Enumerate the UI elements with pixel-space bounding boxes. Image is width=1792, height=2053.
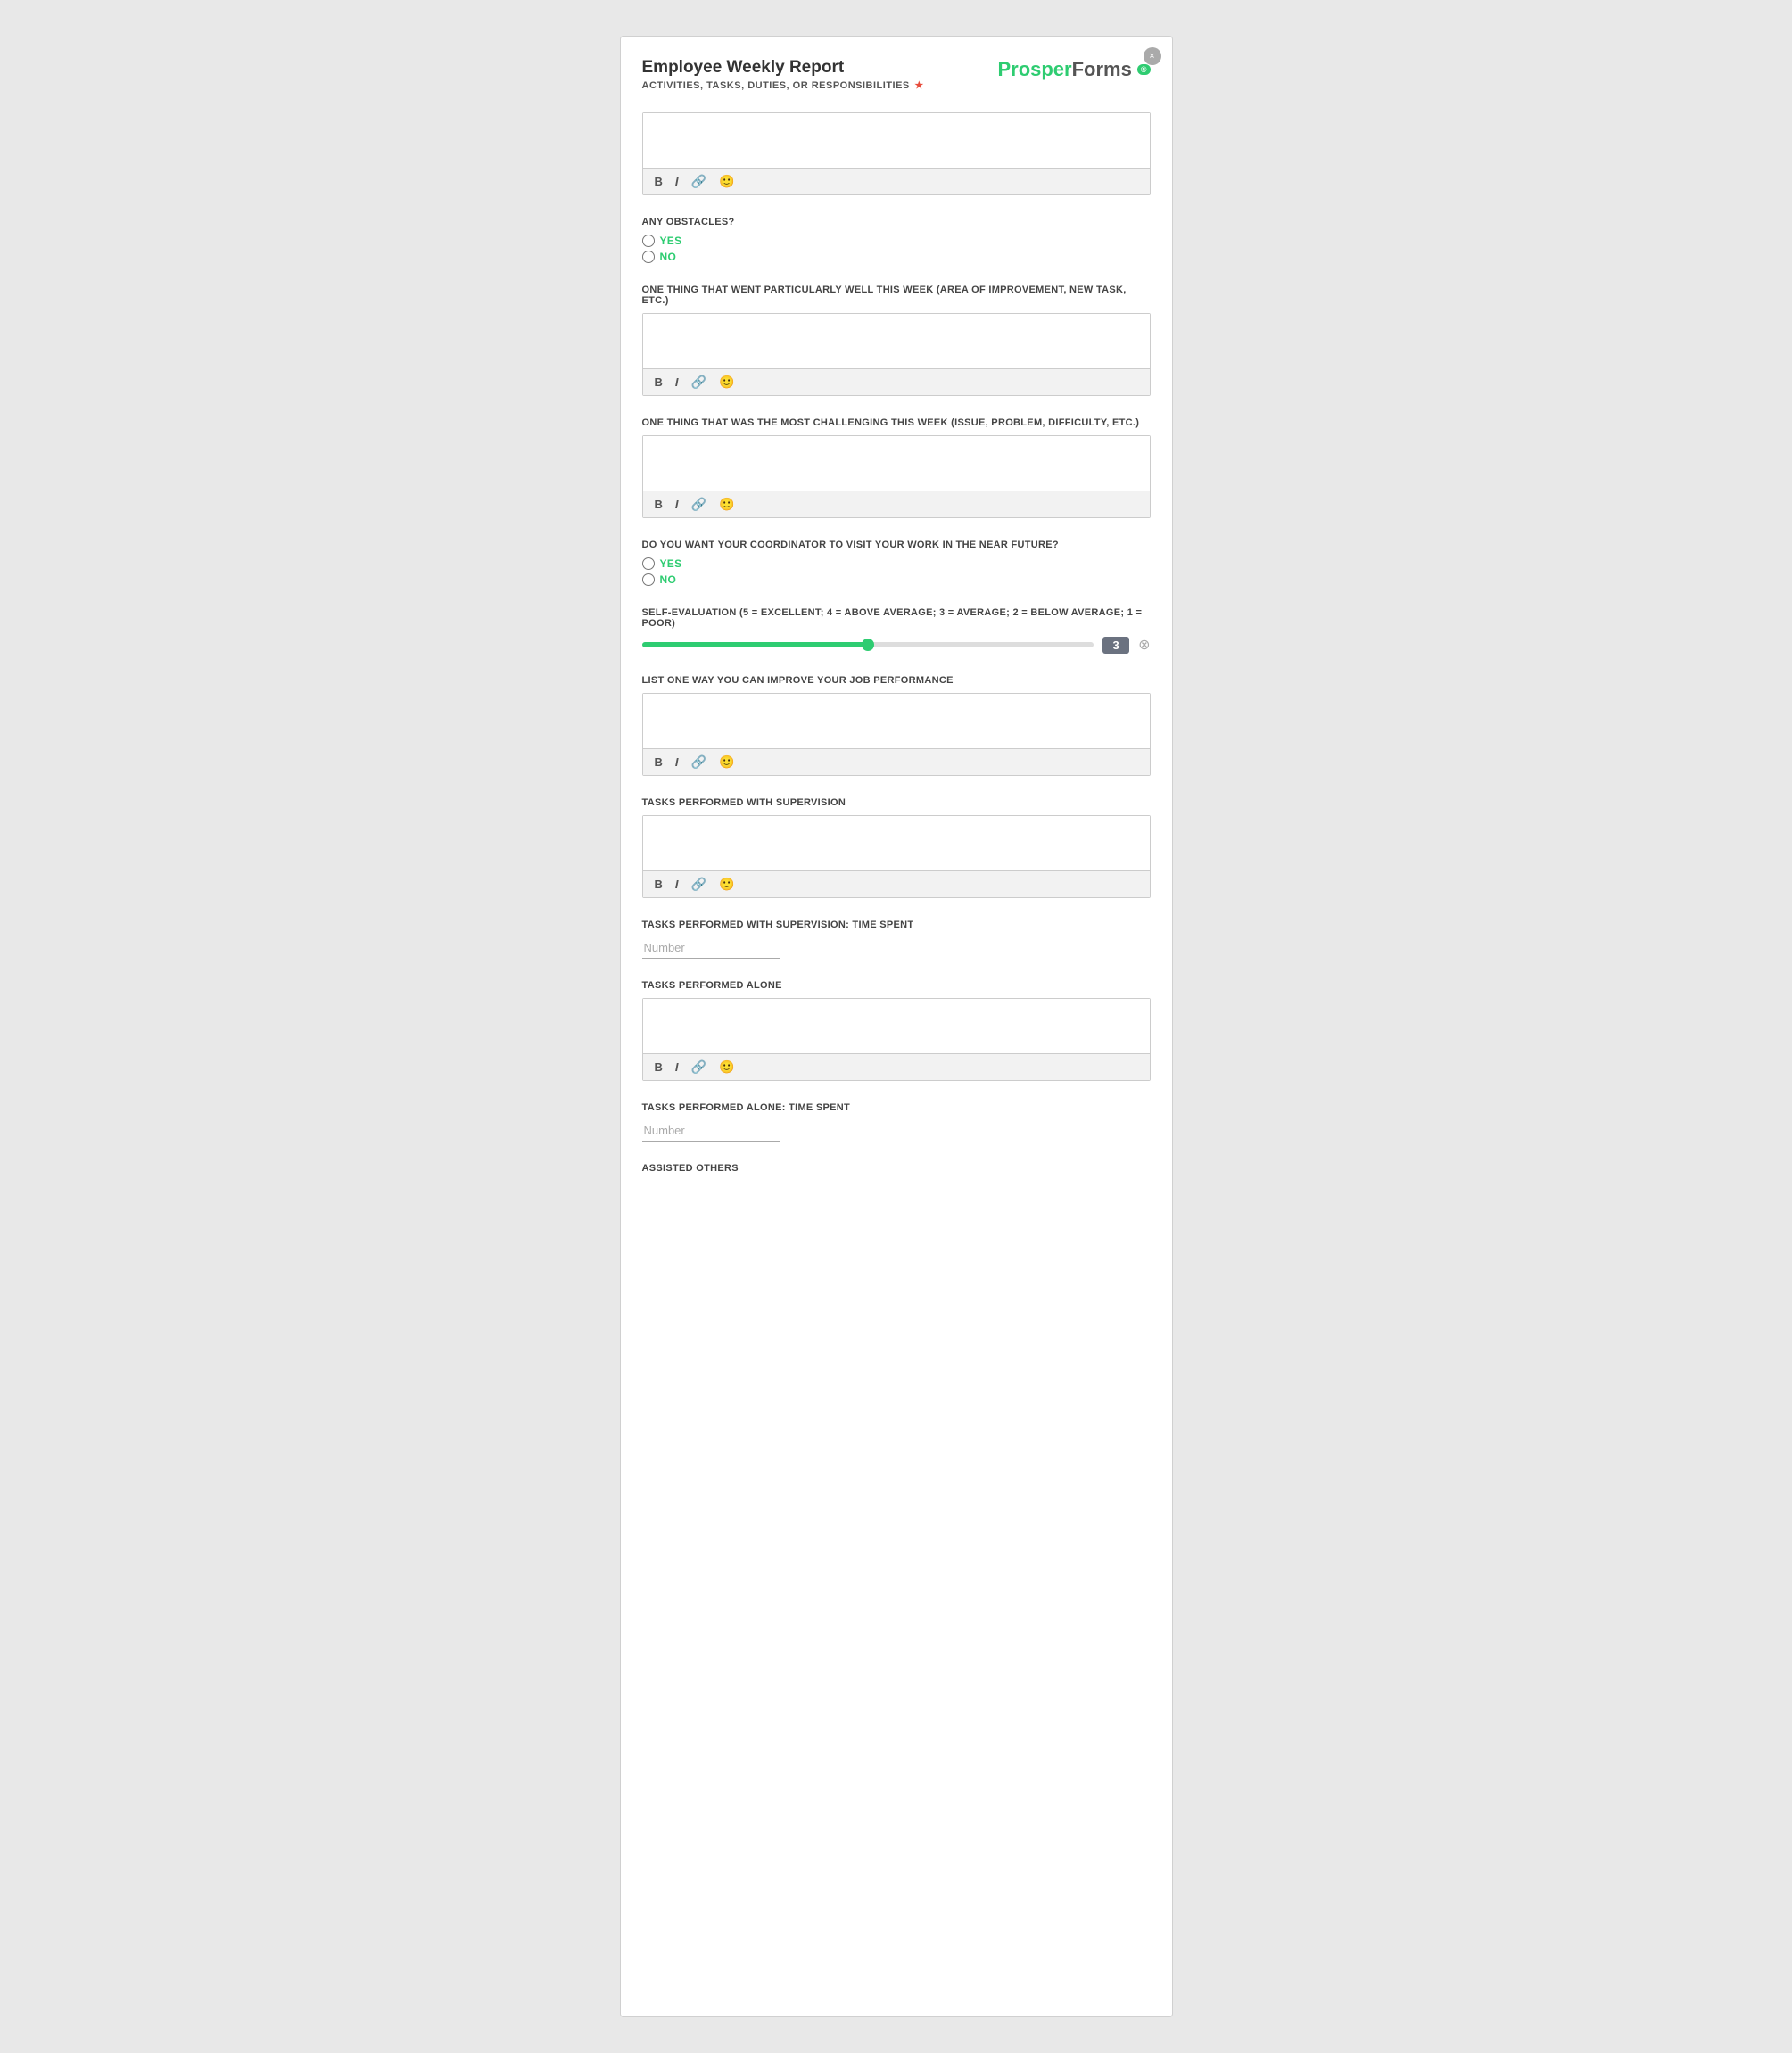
- improve-field-group: LIST ONE WAY YOU CAN IMPROVE YOUR JOB PE…: [642, 675, 1151, 776]
- tasks-alone-editor: B I 🔗 🙂: [642, 998, 1151, 1081]
- tasks-alone-time-label: TASKS PERFORMED ALONE: TIME SPENT: [642, 1102, 1151, 1113]
- activities-emoji-button[interactable]: 🙂: [716, 173, 737, 190]
- tasks-supervised-time-label: TASKS PERFORMED WITH SUPERVISION: TIME S…: [642, 919, 1151, 930]
- improve-italic-button[interactable]: I: [673, 754, 681, 770]
- went-well-emoji-button[interactable]: 🙂: [716, 374, 737, 391]
- coordinator-no-radio[interactable]: [642, 573, 655, 586]
- tasks-supervised-field-group: TASKS PERFORMED WITH SUPERVISION B I 🔗 🙂: [642, 797, 1151, 898]
- obstacles-no-label: NO: [660, 251, 677, 263]
- logo-prosper: Prosper: [997, 58, 1071, 80]
- logo-text: ProsperForms: [997, 58, 1131, 81]
- improve-editor: B I 🔗 🙂: [642, 693, 1151, 776]
- challenging-textarea[interactable]: [643, 436, 1150, 491]
- went-well-italic-button[interactable]: I: [673, 375, 681, 390]
- tasks-supervised-italic-button[interactable]: I: [673, 877, 681, 892]
- tasks-supervised-time-input[interactable]: [642, 937, 780, 959]
- tasks-supervised-toolbar: B I 🔗 🙂: [643, 870, 1150, 897]
- coordinator-yes-option[interactable]: YES: [642, 557, 1151, 570]
- obstacles-yes-option[interactable]: YES: [642, 235, 1151, 247]
- improve-bold-button[interactable]: B: [652, 754, 665, 770]
- obstacles-no-option[interactable]: NO: [642, 251, 1151, 263]
- form-subtitle: ACTIVITIES, TASKS, DUTIES, OR RESPONSIBI…: [642, 79, 998, 91]
- tasks-alone-italic-button[interactable]: I: [673, 1059, 681, 1075]
- coordinator-yes-radio[interactable]: [642, 557, 655, 570]
- self-eval-slider-container: 3 ⊗: [642, 636, 1151, 654]
- went-well-field-group: ONE THING THAT WENT PARTICULARLY WELL TH…: [642, 284, 1151, 396]
- assisted-others-field-group: ASSISTED OTHERS: [642, 1163, 1151, 1174]
- subtitle-text: ACTIVITIES, TASKS, DUTIES, OR RESPONSIBI…: [642, 80, 910, 91]
- improve-emoji-button[interactable]: 🙂: [716, 754, 737, 771]
- coordinator-radio-group: YES NO: [642, 557, 1151, 586]
- self-eval-clear-button[interactable]: ⊗: [1138, 636, 1150, 654]
- coordinator-yes-label: YES: [660, 557, 682, 570]
- tasks-supervised-link-button[interactable]: 🔗: [689, 876, 709, 893]
- logo-forms: Forms: [1072, 58, 1132, 80]
- tasks-supervised-bold-button[interactable]: B: [652, 877, 665, 892]
- form-title: Employee Weekly Report: [642, 58, 998, 78]
- coordinator-visit-label: DO YOU WANT YOUR COORDINATOR TO VISIT YO…: [642, 540, 1151, 550]
- tasks-supervised-editor: B I 🔗 🙂: [642, 815, 1151, 898]
- obstacles-radio-group: YES NO: [642, 235, 1151, 263]
- tasks-supervised-textarea[interactable]: [643, 816, 1150, 870]
- tasks-supervised-time-field-group: TASKS PERFORMED WITH SUPERVISION: TIME S…: [642, 919, 1151, 959]
- tasks-alone-emoji-button[interactable]: 🙂: [716, 1059, 737, 1076]
- challenging-field-group: ONE THING THAT WAS THE MOST CHALLENGING …: [642, 417, 1151, 518]
- close-button[interactable]: ×: [1144, 47, 1161, 65]
- coordinator-no-label: NO: [660, 573, 677, 586]
- challenging-emoji-button[interactable]: 🙂: [716, 496, 737, 513]
- tasks-alone-link-button[interactable]: 🔗: [689, 1059, 709, 1076]
- activities-italic-button[interactable]: I: [673, 174, 681, 189]
- challenging-bold-button[interactable]: B: [652, 497, 665, 512]
- self-eval-value: 3: [1102, 637, 1129, 654]
- challenging-toolbar: B I 🔗 🙂: [643, 491, 1150, 517]
- activities-toolbar: B I 🔗 🙂: [643, 168, 1150, 194]
- activities-link-button[interactable]: 🔗: [689, 173, 709, 190]
- challenging-editor: B I 🔗 🙂: [642, 435, 1151, 518]
- coordinator-no-option[interactable]: NO: [642, 573, 1151, 586]
- form-header: Employee Weekly Report ACTIVITIES, TASKS…: [642, 58, 1151, 91]
- required-star: ★: [914, 80, 923, 91]
- challenging-link-button[interactable]: 🔗: [689, 496, 709, 513]
- activities-bold-button[interactable]: B: [652, 174, 665, 189]
- tasks-alone-field-group: TASKS PERFORMED ALONE B I 🔗 🙂: [642, 980, 1151, 1081]
- improve-textarea[interactable]: [643, 694, 1150, 748]
- challenging-label: ONE THING THAT WAS THE MOST CHALLENGING …: [642, 417, 1151, 428]
- went-well-label: ONE THING THAT WENT PARTICULARLY WELL TH…: [642, 284, 1151, 306]
- tasks-alone-bold-button[interactable]: B: [652, 1059, 665, 1075]
- obstacles-yes-label: YES: [660, 235, 682, 247]
- tasks-alone-toolbar: B I 🔗 🙂: [643, 1053, 1150, 1080]
- improve-toolbar: B I 🔗 🙂: [643, 748, 1150, 775]
- logo-badge: ®: [1137, 64, 1151, 75]
- improve-link-button[interactable]: 🔗: [689, 754, 709, 771]
- assisted-others-label: ASSISTED OTHERS: [642, 1163, 1151, 1174]
- activities-editor: B I 🔗 🙂: [642, 112, 1151, 195]
- self-eval-label: SELF-EVALUATION (5 = EXCELLENT; 4 = ABOV…: [642, 607, 1151, 629]
- coordinator-visit-field-group: DO YOU WANT YOUR COORDINATOR TO VISIT YO…: [642, 540, 1151, 586]
- obstacles-field-group: ANY OBSTACLES? YES NO: [642, 217, 1151, 263]
- went-well-toolbar: B I 🔗 🙂: [643, 368, 1150, 395]
- tasks-alone-label: TASKS PERFORMED ALONE: [642, 980, 1151, 991]
- obstacles-label: ANY OBSTACLES?: [642, 217, 1151, 227]
- went-well-link-button[interactable]: 🔗: [689, 374, 709, 391]
- tasks-supervised-emoji-button[interactable]: 🙂: [716, 876, 737, 893]
- activities-field-group: B I 🔗 🙂: [642, 112, 1151, 195]
- form-container: × Employee Weekly Report ACTIVITIES, TAS…: [620, 36, 1173, 2017]
- tasks-alone-time-input[interactable]: [642, 1120, 780, 1142]
- improve-label: LIST ONE WAY YOU CAN IMPROVE YOUR JOB PE…: [642, 675, 1151, 686]
- obstacles-yes-radio[interactable]: [642, 235, 655, 247]
- logo-area: ProsperForms ®: [997, 58, 1150, 81]
- activities-textarea[interactable]: [643, 113, 1150, 168]
- went-well-editor: B I 🔗 🙂: [642, 313, 1151, 396]
- form-title-block: Employee Weekly Report ACTIVITIES, TASKS…: [642, 58, 998, 91]
- tasks-supervised-label: TASKS PERFORMED WITH SUPERVISION: [642, 797, 1151, 808]
- tasks-alone-time-field-group: TASKS PERFORMED ALONE: TIME SPENT: [642, 1102, 1151, 1142]
- tasks-alone-textarea[interactable]: [643, 999, 1150, 1053]
- obstacles-no-radio[interactable]: [642, 251, 655, 263]
- went-well-bold-button[interactable]: B: [652, 375, 665, 390]
- self-eval-field-group: SELF-EVALUATION (5 = EXCELLENT; 4 = ABOV…: [642, 607, 1151, 654]
- challenging-italic-button[interactable]: I: [673, 497, 681, 512]
- went-well-textarea[interactable]: [643, 314, 1150, 368]
- self-eval-slider[interactable]: [642, 642, 1094, 647]
